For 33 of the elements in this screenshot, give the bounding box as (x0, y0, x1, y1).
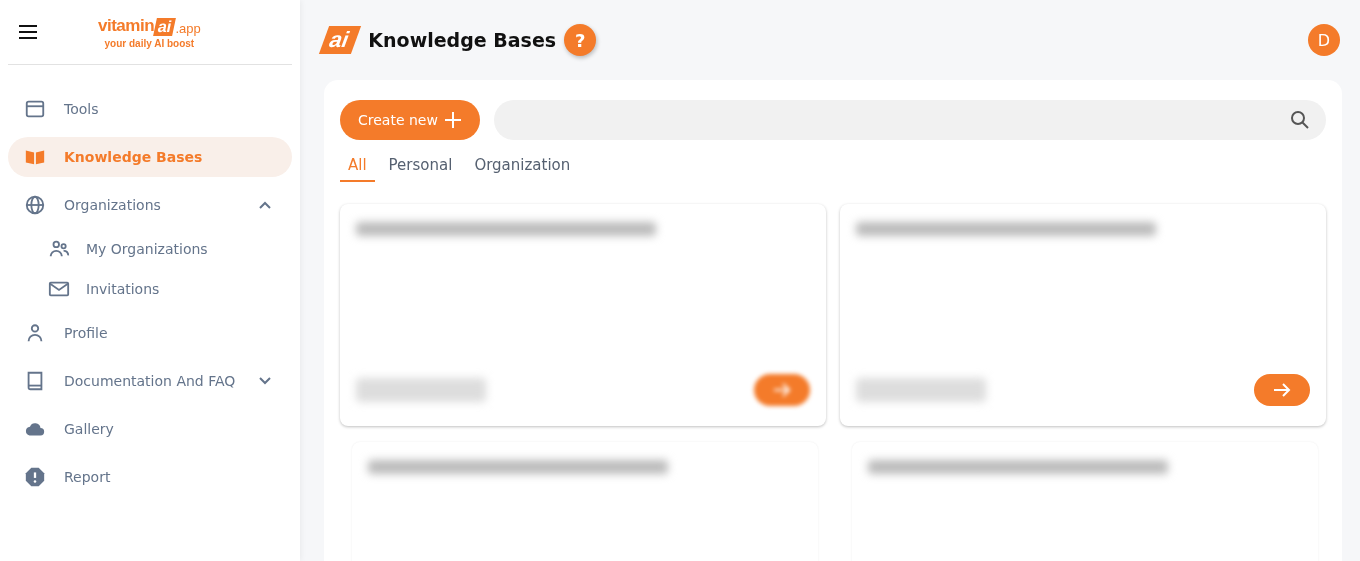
search-field[interactable] (493, 100, 1326, 140)
sidebar-subitem[interactable]: Invitations (8, 273, 292, 305)
logo-mark: ai (153, 17, 177, 36)
menu-icon[interactable] (19, 25, 37, 39)
sidebar-item[interactable]: Documentation And FAQ (8, 361, 292, 401)
sidebar-item[interactable]: Organizations (8, 185, 292, 225)
filter-tab[interactable]: Personal (380, 150, 461, 182)
filter-tab[interactable]: Organization (466, 150, 579, 182)
window-icon (24, 98, 46, 120)
arrow-icon (1272, 382, 1292, 398)
knowledge-base-card[interactable] (840, 204, 1326, 426)
page-title: Knowledge Bases (368, 29, 557, 51)
sidebar-item[interactable]: Gallery (8, 409, 292, 449)
help-button[interactable]: ? (564, 24, 597, 56)
logo-suffix: .app (175, 20, 201, 36)
logo-wordmark: vitamin (98, 15, 155, 36)
alert-icon (24, 466, 46, 488)
knowledge-base-card[interactable] (340, 204, 826, 426)
sidebar-item[interactable]: Tools (8, 89, 292, 129)
globe-icon (24, 194, 46, 216)
sidebar-item[interactable]: Profile (8, 313, 292, 353)
plus-icon (443, 111, 462, 129)
avatar[interactable]: D (1308, 24, 1340, 56)
search-icon[interactable] (1290, 110, 1310, 130)
sidebar-subitem[interactable]: My Organizations (8, 233, 292, 265)
create-new-button[interactable]: Create new (340, 100, 480, 140)
open-button[interactable] (754, 374, 810, 406)
arrow-icon (772, 382, 792, 398)
sidebar-item[interactable]: Report (8, 457, 292, 497)
logo-mark: ai (318, 26, 362, 54)
open-button[interactable] (1254, 374, 1310, 406)
filter-tab[interactable]: All (340, 150, 375, 182)
logo-tagline: your daily AI boost (104, 37, 195, 49)
